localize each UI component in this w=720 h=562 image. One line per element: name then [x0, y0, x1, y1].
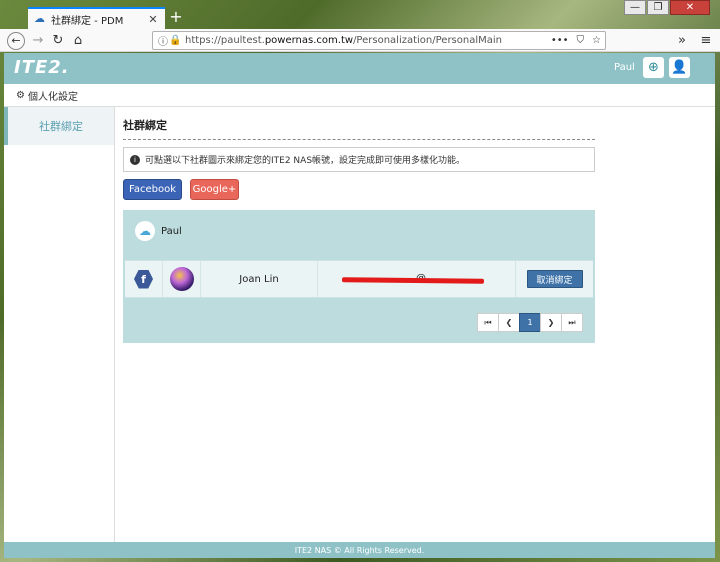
next-page-button[interactable]: ❯	[540, 313, 562, 332]
header-username: Paul	[614, 62, 635, 73]
main-content: 社群綁定 i 可點選以下社群圖示來綁定您的ITE2 NAS帳號，設定完成即可使用…	[123, 107, 603, 343]
maximize-button[interactable]: ❐	[647, 0, 669, 15]
lock-icon[interactable]: 🔒	[169, 35, 181, 46]
reload-button[interactable]: ↻	[49, 32, 67, 50]
notice-box: i 可點選以下社群圖示來綁定您的ITE2 NAS帳號，設定完成即可使用多樣化功能…	[123, 147, 595, 172]
unbind-button[interactable]: 取消綁定	[526, 270, 583, 288]
breadcrumb-label: 個人化設定	[27, 91, 78, 103]
info-icon[interactable]: ⓘ	[157, 33, 169, 48]
url-text[interactable]: https://paultest.powernas.com.tw/Persona…	[185, 35, 502, 46]
app-header: ITE2. Paul ⊕ 👤	[4, 53, 715, 84]
bound-user-email: @	[318, 261, 516, 297]
cloud-icon: ☁	[34, 12, 45, 25]
close-icon[interactable]: ✕	[147, 13, 159, 26]
home-button[interactable]: ⌂	[69, 32, 87, 50]
footer: ITE2 NAS © All Rights Reserved.	[4, 542, 715, 558]
facebook-button[interactable]: Facebook	[123, 179, 182, 200]
pagination: ⏮ ❮ 1 ❯ ⏭	[477, 313, 583, 332]
hamburger-menu-icon[interactable]: ≡	[697, 32, 715, 50]
page-actions-icon[interactable]: •••	[551, 35, 569, 46]
back-button[interactable]: ←	[7, 32, 25, 50]
forward-button[interactable]: →	[29, 32, 47, 50]
last-page-button[interactable]: ⏭	[561, 313, 583, 332]
pocket-icon[interactable]: ⛉	[577, 35, 585, 46]
notice-text: 可點選以下社群圖示來綁定您的ITE2 NAS帳號，設定完成即可使用多樣化功能。	[145, 156, 466, 166]
bound-accounts-panel: ☁ Paul f Joan Lin @ 取消綁定	[123, 210, 595, 343]
browser-tab[interactable]: ☁ 社群綁定 - PDM ✕	[28, 7, 165, 29]
globe-icon[interactable]: ⊕	[643, 57, 664, 78]
bookmark-star-icon[interactable]: ☆	[592, 35, 601, 46]
page: ITE2. Paul ⊕ 👤 ⚙ 個人化設定 社群綁定 社群綁定 i 可點選以下…	[4, 53, 715, 558]
first-page-button[interactable]: ⏮	[477, 313, 499, 332]
page-1-button[interactable]: 1	[519, 313, 541, 332]
browser-toolbar: ← → ↻ ⌂ ⓘ 🔒 https://paultest.powernas.co…	[0, 29, 720, 52]
info-icon: i	[130, 154, 140, 165]
new-tab-button[interactable]: +	[168, 8, 184, 26]
breadcrumb: ⚙ 個人化設定	[4, 84, 715, 107]
panel-account-name: Paul	[161, 225, 182, 237]
bound-user-name: Joan Lin	[201, 261, 318, 297]
sidebar: 社群綁定	[4, 107, 115, 542]
minimize-button[interactable]: —	[624, 0, 646, 15]
browser-titlebar: ☁ 社群綁定 - PDM ✕ + — ❐ ✕	[0, 0, 720, 29]
facebook-icon: f	[134, 269, 153, 289]
sidebar-item-social-binding[interactable]: 社群綁定	[4, 107, 114, 145]
prev-page-button[interactable]: ❮	[498, 313, 520, 332]
user-icon[interactable]: 👤	[669, 57, 690, 78]
page-title: 社群綁定	[123, 117, 595, 140]
avatar	[169, 267, 194, 291]
url-bar[interactable]: ⓘ 🔒 https://paultest.powernas.com.tw/Per…	[152, 31, 606, 50]
redaction-mark	[341, 277, 485, 284]
table-row: f Joan Lin @ 取消綁定	[125, 260, 593, 298]
logo: ITE2.	[14, 57, 70, 78]
overflow-icon[interactable]: »	[673, 32, 691, 50]
cloud-icon: ☁	[135, 221, 155, 241]
tab-title: 社群綁定 - PDM	[51, 15, 124, 27]
window-close-button[interactable]: ✕	[670, 0, 710, 15]
google-plus-button[interactable]: Google+	[190, 179, 239, 200]
gear-icon: ⚙	[16, 89, 25, 101]
sidebar-item-label: 社群綁定	[39, 120, 83, 133]
